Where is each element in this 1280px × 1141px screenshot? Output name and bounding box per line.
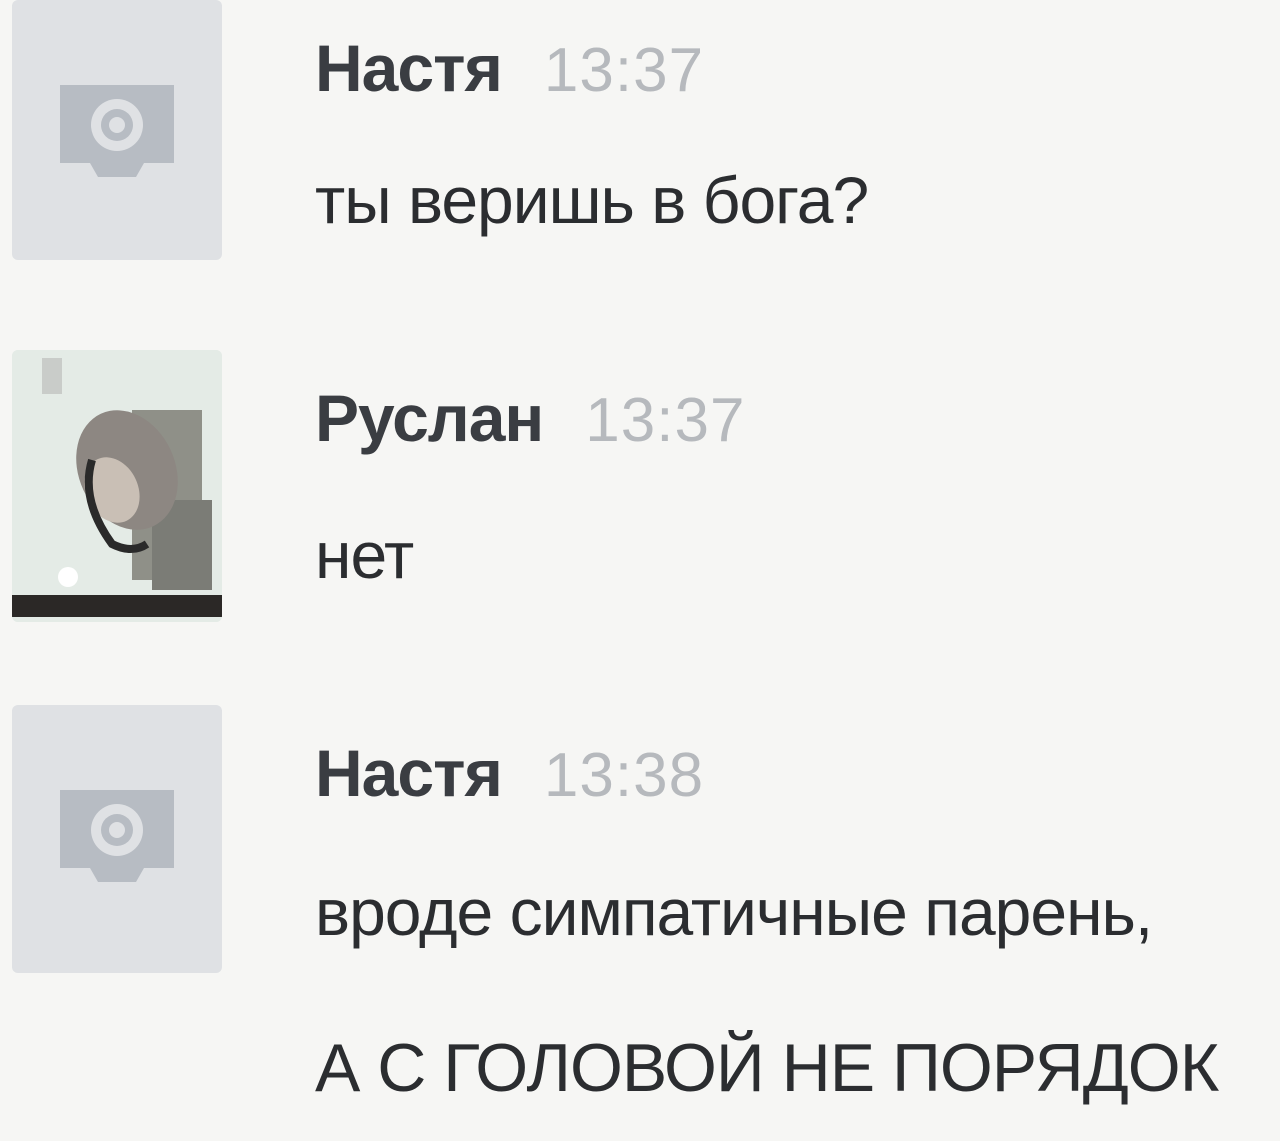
message-item: Настя 13:38 вроде симпатичные парень, А … bbox=[0, 700, 1280, 1141]
author-name[interactable]: Настя bbox=[315, 30, 503, 106]
message-header: Руслан 13:37 bbox=[315, 380, 745, 460]
message-header: Настя 13:38 bbox=[315, 735, 704, 815]
author-name[interactable]: Настя bbox=[315, 735, 503, 811]
timestamp[interactable]: 13:37 bbox=[544, 35, 704, 106]
camera-placeholder-icon bbox=[60, 790, 174, 882]
message-header: Настя 13:37 bbox=[315, 30, 704, 110]
message-text-line: А С ГОЛОВОЙ НЕ ПОРЯДОК bbox=[315, 1030, 1219, 1106]
message-text: ты веришь в бога? bbox=[315, 163, 869, 237]
avatar[interactable] bbox=[12, 350, 222, 622]
avatar[interactable] bbox=[12, 0, 222, 260]
author-name[interactable]: Руслан bbox=[315, 380, 544, 456]
message-item: Руслан 13:37 нет bbox=[0, 345, 1280, 645]
message-text-line: вроде симпатичные парень, bbox=[315, 875, 1153, 949]
avatar[interactable] bbox=[12, 705, 222, 973]
user-photo-icon bbox=[12, 350, 222, 622]
timestamp[interactable]: 13:37 bbox=[585, 385, 745, 456]
message-item: Настя 13:37 ты веришь в бога? bbox=[0, 0, 1280, 300]
message-text: нет bbox=[315, 518, 414, 592]
timestamp[interactable]: 13:38 bbox=[544, 740, 704, 811]
chat-history: Настя 13:37 ты веришь в бога? Руслан 13:… bbox=[0, 0, 1280, 1141]
camera-placeholder-icon bbox=[60, 85, 174, 177]
